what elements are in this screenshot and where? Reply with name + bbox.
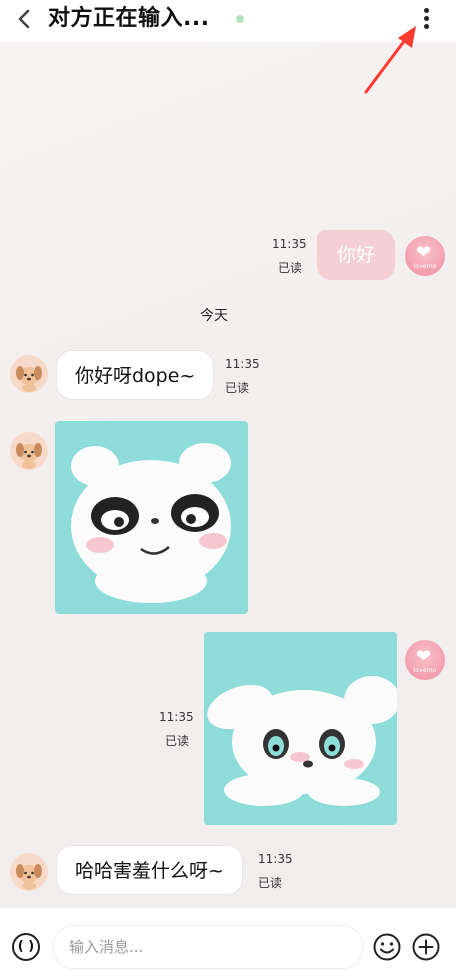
- heart-icon: ❤: [416, 242, 432, 263]
- message-bubble-sent[interactable]: 你好: [317, 230, 396, 280]
- voice-input-button[interactable]: ( ): [12, 933, 40, 961]
- read-status: 已读: [165, 734, 190, 748]
- message-text: 你好呀dope~: [75, 365, 196, 387]
- online-status-dot: [236, 15, 244, 23]
- puppy-avatar-icon: [16, 443, 42, 469]
- back-icon[interactable]: [14, 8, 36, 30]
- annotation-arrow-icon: [364, 26, 416, 94]
- message-meta: 11:35 已读: [258, 852, 293, 891]
- avatar-label: lovemo: [413, 667, 437, 674]
- contact-avatar[interactable]: [10, 355, 48, 393]
- contact-avatar[interactable]: [10, 853, 48, 891]
- emoji-icon[interactable]: [372, 932, 402, 962]
- angry-puppy-sticker-icon: [71, 443, 231, 603]
- chat-title: 对方正在输入...: [48, 6, 210, 31]
- sticker-angry-puppy[interactable]: [55, 421, 248, 614]
- message-time: 11:35: [225, 357, 260, 371]
- more-options-icon[interactable]: [418, 6, 434, 32]
- message-time: 11:35: [272, 237, 307, 251]
- date-separator: 今天: [200, 308, 228, 324]
- read-status: 已读: [258, 876, 283, 890]
- sticker-shy-puppy[interactable]: [204, 632, 397, 825]
- message-meta: 11:35 已读: [225, 357, 260, 396]
- heart-icon: ❤: [416, 646, 432, 667]
- message-meta: 11:35 已读: [159, 710, 194, 749]
- message-text: 哈哈害羞什么呀~: [75, 860, 224, 882]
- message-composer: ( ) 输入消息...: [0, 907, 456, 976]
- shy-puppy-sticker-icon: [207, 676, 397, 806]
- self-avatar[interactable]: ❤ lovemo: [405, 640, 445, 680]
- message-time: 11:35: [258, 852, 293, 866]
- message-time: 11:35: [159, 710, 194, 724]
- message-bubble-received[interactable]: 你好呀dope~: [56, 350, 215, 400]
- avatar-label: lovemo: [413, 263, 437, 270]
- contact-avatar[interactable]: [10, 432, 48, 470]
- message-text: 你好: [337, 244, 376, 266]
- message-input[interactable]: 输入消息...: [52, 925, 364, 969]
- read-status: 已读: [278, 261, 303, 275]
- message-bubble-received[interactable]: 哈哈害羞什么呀~: [56, 845, 243, 895]
- plus-icon[interactable]: [411, 932, 441, 962]
- puppy-avatar-icon: [16, 864, 42, 890]
- self-avatar[interactable]: ❤ lovemo: [405, 236, 445, 276]
- message-meta: 11:35 已读: [272, 237, 307, 276]
- read-status: 已读: [225, 381, 250, 395]
- puppy-avatar-icon: [16, 366, 42, 392]
